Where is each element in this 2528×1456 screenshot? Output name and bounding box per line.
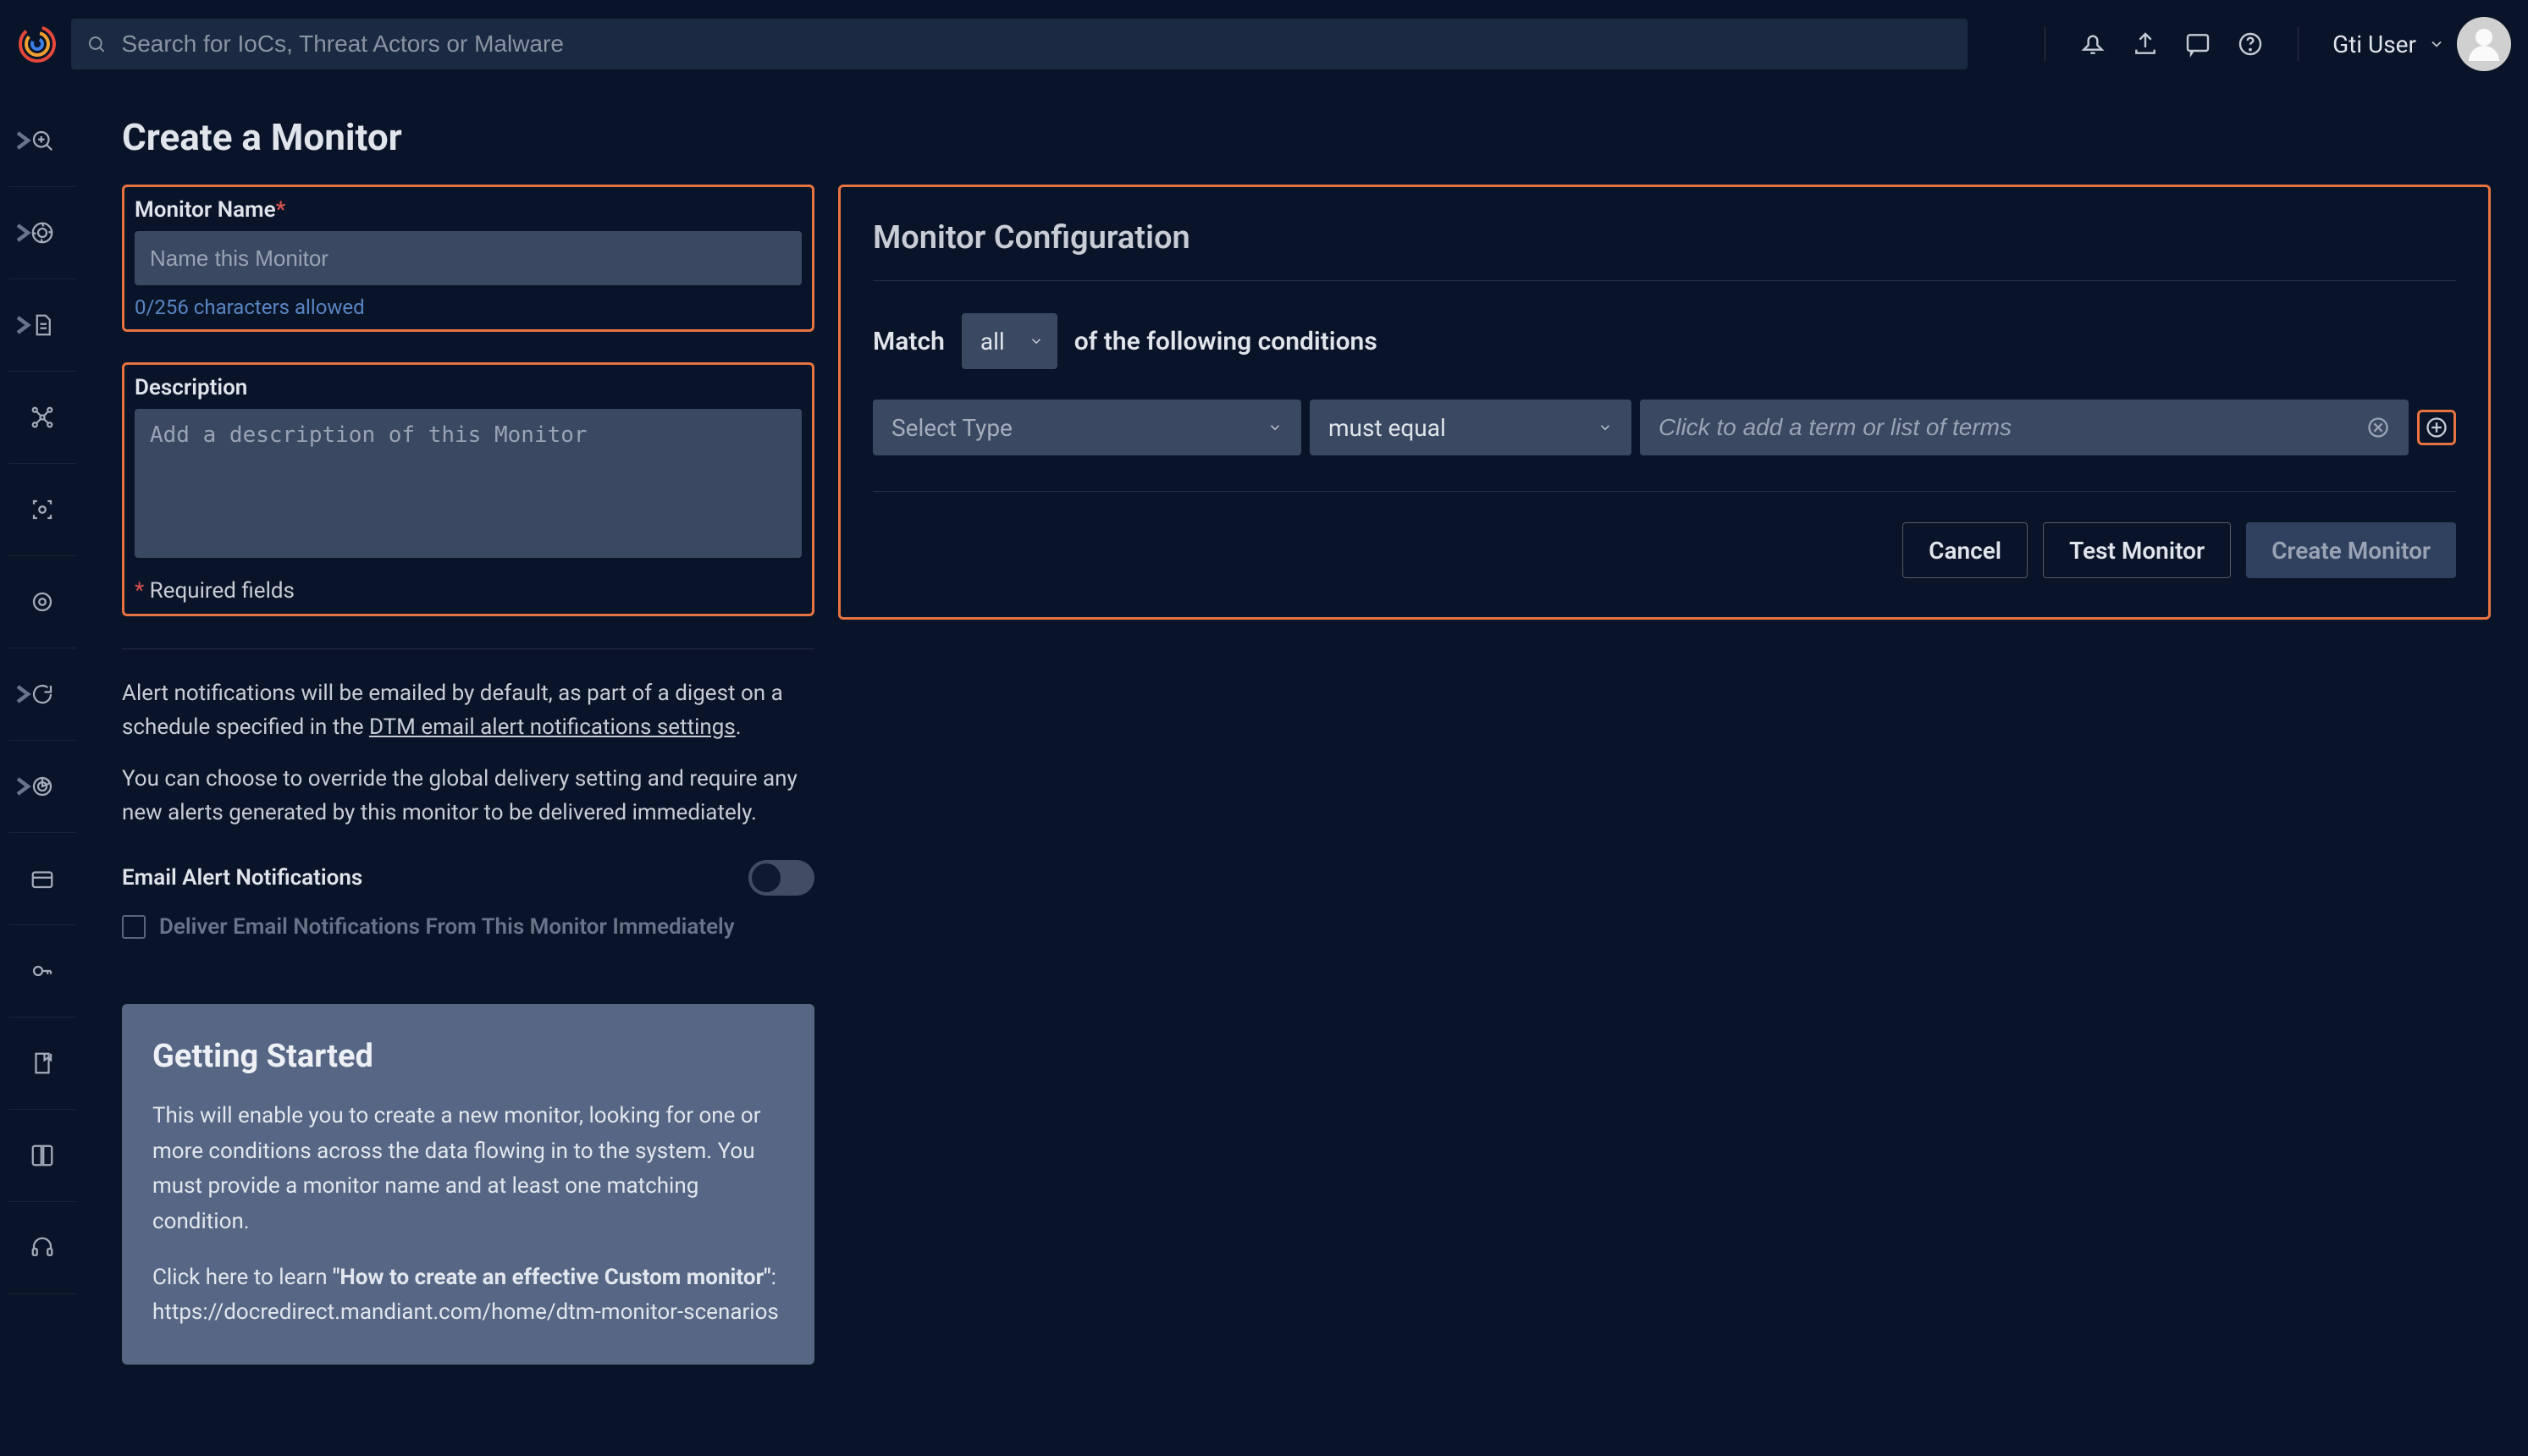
condition-type-select[interactable]: Select Type [873, 400, 1301, 455]
sidebar-item-9[interactable] [5, 833, 80, 924]
sidebar-item-13[interactable] [5, 1202, 80, 1293]
add-condition-highlight [2417, 410, 2456, 445]
graph-icon [30, 405, 55, 430]
scan-icon [30, 497, 55, 522]
getting-started-p2: Click here to learn "How to create an ef… [152, 1260, 784, 1331]
target-icon [30, 589, 55, 615]
sidebar-item-4[interactable] [5, 372, 80, 463]
alert-paragraph-1: Alert notifications will be emailed by d… [122, 676, 814, 745]
upload-icon[interactable] [2132, 30, 2159, 58]
sidebar-item-1[interactable] [5, 95, 80, 186]
sidebar-item-3[interactable] [5, 279, 80, 371]
required-note: * Required fields [135, 578, 802, 604]
deliver-immediately-label: Deliver Email Notifications From This Mo… [159, 914, 735, 940]
getting-started-p1: This will enable you to create a new mon… [152, 1099, 784, 1239]
sidebar-item-11[interactable] [5, 1018, 80, 1109]
app-logo[interactable] [17, 24, 58, 64]
notifications-icon[interactable] [2079, 30, 2106, 58]
monitor-config-title: Monitor Configuration [873, 219, 2456, 281]
match-suffix: of the following conditions [1074, 327, 1377, 356]
sidebar-item-5[interactable] [5, 464, 80, 555]
chevron-down-icon [1029, 334, 1044, 349]
description-input[interactable] [135, 409, 802, 558]
alert-paragraph-2: You can choose to override the global de… [122, 762, 814, 830]
match-select[interactable]: all [962, 313, 1057, 369]
sidebar-item-7[interactable] [5, 648, 80, 740]
dashboard-icon [30, 866, 55, 891]
getting-started-card: Getting Started This will enable you to … [122, 1004, 814, 1365]
chevron-down-icon [2428, 36, 2445, 52]
condition-term-input-wrapper [1640, 400, 2409, 455]
char-counter: 0/256 characters allowed [135, 295, 802, 319]
test-monitor-button[interactable]: Test Monitor [2043, 522, 2231, 578]
search-icon [86, 34, 107, 54]
condition-term-input[interactable] [1659, 414, 2366, 441]
avatar [2457, 17, 2511, 71]
help-icon[interactable] [2237, 30, 2264, 58]
monitor-config-panel: Monitor Configuration Match all of the f… [838, 185, 2491, 620]
getting-started-title: Getting Started [152, 1038, 784, 1075]
sidebar-item-10[interactable] [5, 925, 80, 1017]
sidebar-item-2[interactable] [5, 187, 80, 279]
search-container[interactable] [71, 19, 1968, 69]
monitor-name-input[interactable] [135, 231, 802, 285]
sidebar-item-6[interactable] [5, 556, 80, 648]
create-monitor-button[interactable]: Create Monitor [2246, 522, 2456, 578]
description-label: Description [135, 375, 802, 400]
chat-icon[interactable] [2184, 30, 2211, 58]
clear-term-icon[interactable] [2366, 416, 2390, 439]
sidebar-item-12[interactable] [5, 1110, 80, 1201]
headset-icon [30, 1235, 55, 1260]
deliver-immediately-checkbox[interactable] [122, 915, 146, 939]
email-notif-toggle[interactable] [748, 860, 814, 896]
monitor-name-label: Monitor Name* [135, 197, 802, 223]
add-condition-icon[interactable] [2425, 416, 2448, 439]
chevron-down-icon [1598, 420, 1613, 435]
search-input[interactable] [122, 30, 1952, 58]
note-icon [30, 1051, 55, 1076]
sidebar-nav [0, 88, 85, 1456]
key-icon [30, 958, 55, 984]
description-section: Description * Required fields [122, 362, 814, 616]
sidebar-item-8[interactable] [5, 741, 80, 832]
monitor-name-section: Monitor Name* 0/256 characters allowed [122, 185, 814, 332]
email-notif-label: Email Alert Notifications [122, 865, 362, 891]
condition-operator-select[interactable]: must equal [1310, 400, 1631, 455]
dtm-settings-link[interactable]: DTM email alert notifications settings [369, 714, 736, 740]
chevron-down-icon [1267, 420, 1283, 435]
cancel-button[interactable]: Cancel [1902, 522, 2028, 578]
book-icon [30, 1143, 55, 1168]
page-title: Create a Monitor [122, 115, 2491, 159]
match-label: Match [873, 327, 945, 356]
user-name-label: Gti User [2332, 30, 2416, 58]
user-menu[interactable]: Gti User [2332, 17, 2511, 71]
